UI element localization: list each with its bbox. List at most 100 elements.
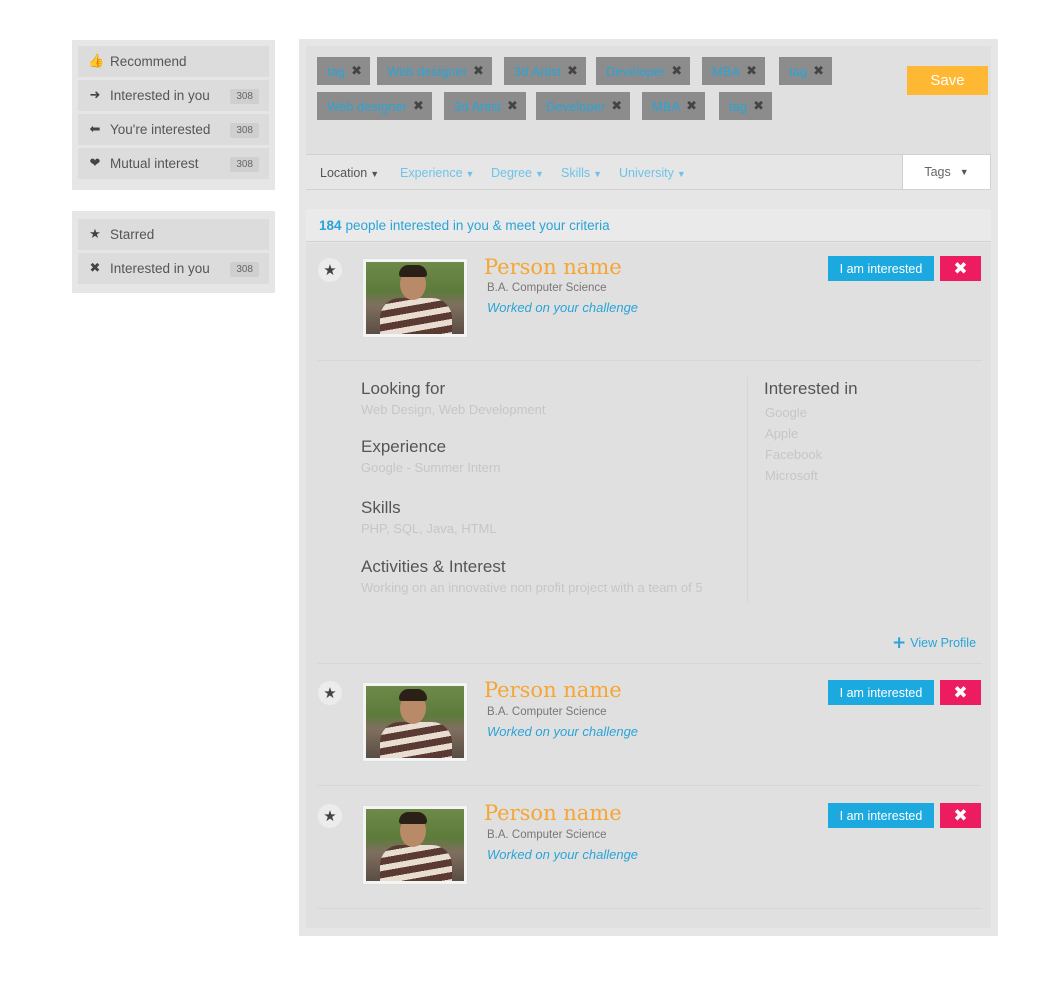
- close-icon: ✖: [89, 261, 101, 276]
- person-card: ★ Person name B.A. Computer Science Work…: [306, 787, 991, 909]
- filter-bar: Location ▼ Experience ▼ Degree ▼ Skills ▼ Un…: [306, 154, 991, 190]
- person-name[interactable]: Person name: [484, 255, 622, 279]
- tag-chip[interactable]: 3d Artist ✖: [504, 57, 586, 85]
- remove-tag-icon[interactable]: ✖: [473, 64, 484, 79]
- sidebar-item-interested-in-you[interactable]: ➜ Interested in you 308: [78, 80, 269, 111]
- close-icon: ✖: [953, 805, 968, 826]
- filter-label: Location: [320, 166, 368, 180]
- filter-skills[interactable]: Skills ▼: [561, 166, 602, 180]
- experience-title: Experience: [361, 437, 447, 456]
- tag-chip[interactable]: Developer ✖: [536, 92, 631, 120]
- column-divider: [747, 377, 748, 603]
- interested-in-item: Facebook: [765, 447, 823, 462]
- tag-chip[interactable]: Web designer ✖: [317, 92, 432, 120]
- interested-button[interactable]: I am interested: [828, 803, 934, 828]
- person-degree: B.A. Computer Science: [487, 829, 607, 841]
- sidebar-item-label: You're interested: [110, 122, 211, 137]
- skills-value: PHP, SQL, Java, HTML: [361, 521, 497, 536]
- heart-icon: ❤: [89, 156, 101, 171]
- interested-button[interactable]: I am interested: [828, 256, 934, 281]
- tag-chip[interactable]: tag ✖: [317, 57, 370, 85]
- tag-list: tag ✖ Web designer ✖ 3d Artist ✖ Developer ✖…: [306, 46, 991, 154]
- tag-chip[interactable]: tag ✖: [719, 92, 772, 120]
- tag-label: Developer: [606, 63, 666, 79]
- sidebar-item-label: Interested in you: [110, 261, 210, 276]
- thumbs-up-icon: 👍: [88, 54, 105, 69]
- results-summary: 184 people interested in you & meet your…: [306, 209, 991, 242]
- save-button[interactable]: Save: [907, 66, 988, 95]
- reject-button[interactable]: ✖: [940, 256, 981, 281]
- avatar: [362, 805, 468, 885]
- avatar: [362, 258, 468, 338]
- caret-down-icon: ▼: [593, 169, 603, 179]
- person-name[interactable]: Person name: [484, 678, 622, 702]
- remove-tag-icon[interactable]: ✖: [567, 64, 578, 79]
- reject-button[interactable]: ✖: [940, 803, 981, 828]
- remove-tag-icon[interactable]: ✖: [351, 64, 362, 79]
- remove-tag-icon[interactable]: ✖: [671, 64, 682, 79]
- count-badge: 308: [230, 157, 259, 172]
- tag-chip[interactable]: Developer ✖: [596, 57, 691, 85]
- person-card: ★ Person name B.A. Computer Science Work…: [306, 664, 991, 786]
- filter-university[interactable]: University ▼: [619, 166, 686, 180]
- skills-title: Skills: [361, 498, 401, 517]
- remove-tag-icon[interactable]: ✖: [813, 64, 824, 79]
- plus-icon: +: [892, 633, 907, 653]
- person-details: Looking for Web Design, Web Development …: [306, 363, 991, 663]
- count-badge: 308: [230, 262, 259, 277]
- tag-label: tag: [789, 63, 808, 79]
- interested-button[interactable]: I am interested: [828, 680, 934, 705]
- divider: [318, 908, 982, 909]
- sidebar-item-label: Starred: [110, 227, 155, 242]
- remove-tag-icon[interactable]: ✖: [507, 99, 518, 114]
- person-name[interactable]: Person name: [484, 801, 622, 825]
- tag-label: 3d Artist: [454, 98, 501, 114]
- tab-label: Tags: [924, 165, 951, 179]
- person-card: ★ Person name B.A. Computer Science Work…: [306, 243, 991, 664]
- tag-label: tag: [729, 98, 748, 114]
- arrow-left-icon: ⬅: [89, 122, 101, 137]
- star-icon: ★: [89, 227, 101, 242]
- caret-down-icon: ▼: [959, 167, 969, 177]
- reject-button[interactable]: ✖: [940, 680, 981, 705]
- remove-tag-icon[interactable]: ✖: [746, 64, 757, 79]
- star-icon[interactable]: ★: [318, 804, 342, 828]
- people-list: ★ Person name B.A. Computer Science Work…: [306, 243, 991, 928]
- remove-tag-icon[interactable]: ✖: [753, 99, 764, 114]
- interested-in-item: Apple: [765, 426, 799, 441]
- sidebar-item-mutual-interest[interactable]: ❤ Mutual interest 308: [78, 148, 269, 179]
- caret-down-icon: ▼: [465, 169, 475, 179]
- remove-tag-icon[interactable]: ✖: [686, 99, 697, 114]
- sidebar-group-interest: 👍 Recommend ➜ Interested in you 308 ⬅ Yo…: [72, 40, 275, 190]
- sidebar-item-youre-interested[interactable]: ⬅ You're interested 308: [78, 114, 269, 145]
- view-profile-link[interactable]: + View Profile: [892, 633, 976, 653]
- tag-label: Web designer: [387, 63, 467, 79]
- tag-chip[interactable]: MBA ✖: [642, 92, 706, 120]
- caret-down-icon: ▼: [370, 169, 380, 179]
- looking-for-title: Looking for: [361, 379, 446, 398]
- results-text: people interested in you & meet your cri…: [345, 217, 610, 233]
- filter-location[interactable]: Location ▼: [320, 166, 379, 180]
- sidebar-item-starred[interactable]: ★ Starred: [78, 219, 269, 250]
- caret-down-icon: ▼: [676, 169, 686, 179]
- tag-label: MBA: [652, 98, 681, 114]
- filter-degree[interactable]: Degree ▼: [491, 166, 544, 180]
- tag-label: Developer: [546, 98, 606, 114]
- tag-chip[interactable]: tag ✖: [779, 57, 832, 85]
- close-icon: ✖: [953, 258, 968, 279]
- sidebar-item-recommend[interactable]: 👍 Recommend: [78, 46, 269, 77]
- close-icon: ✖: [953, 682, 968, 703]
- remove-tag-icon[interactable]: ✖: [611, 99, 622, 114]
- tag-label: MBA: [712, 63, 741, 79]
- star-icon[interactable]: ★: [318, 681, 342, 705]
- tab-tags[interactable]: Tags ▼: [902, 154, 991, 190]
- activities-title: Activities & Interest: [361, 557, 506, 576]
- star-icon[interactable]: ★: [318, 258, 342, 282]
- filter-experience[interactable]: Experience ▼: [400, 166, 474, 180]
- remove-tag-icon[interactable]: ✖: [413, 99, 424, 114]
- tag-chip[interactable]: MBA ✖: [702, 57, 766, 85]
- tag-chip[interactable]: Web designer ✖: [377, 57, 492, 85]
- avatar: [362, 682, 468, 762]
- sidebar-item-rejected-interested[interactable]: ✖ Interested in you 308: [78, 253, 269, 284]
- tag-chip[interactable]: 3d Artist ✖: [444, 92, 526, 120]
